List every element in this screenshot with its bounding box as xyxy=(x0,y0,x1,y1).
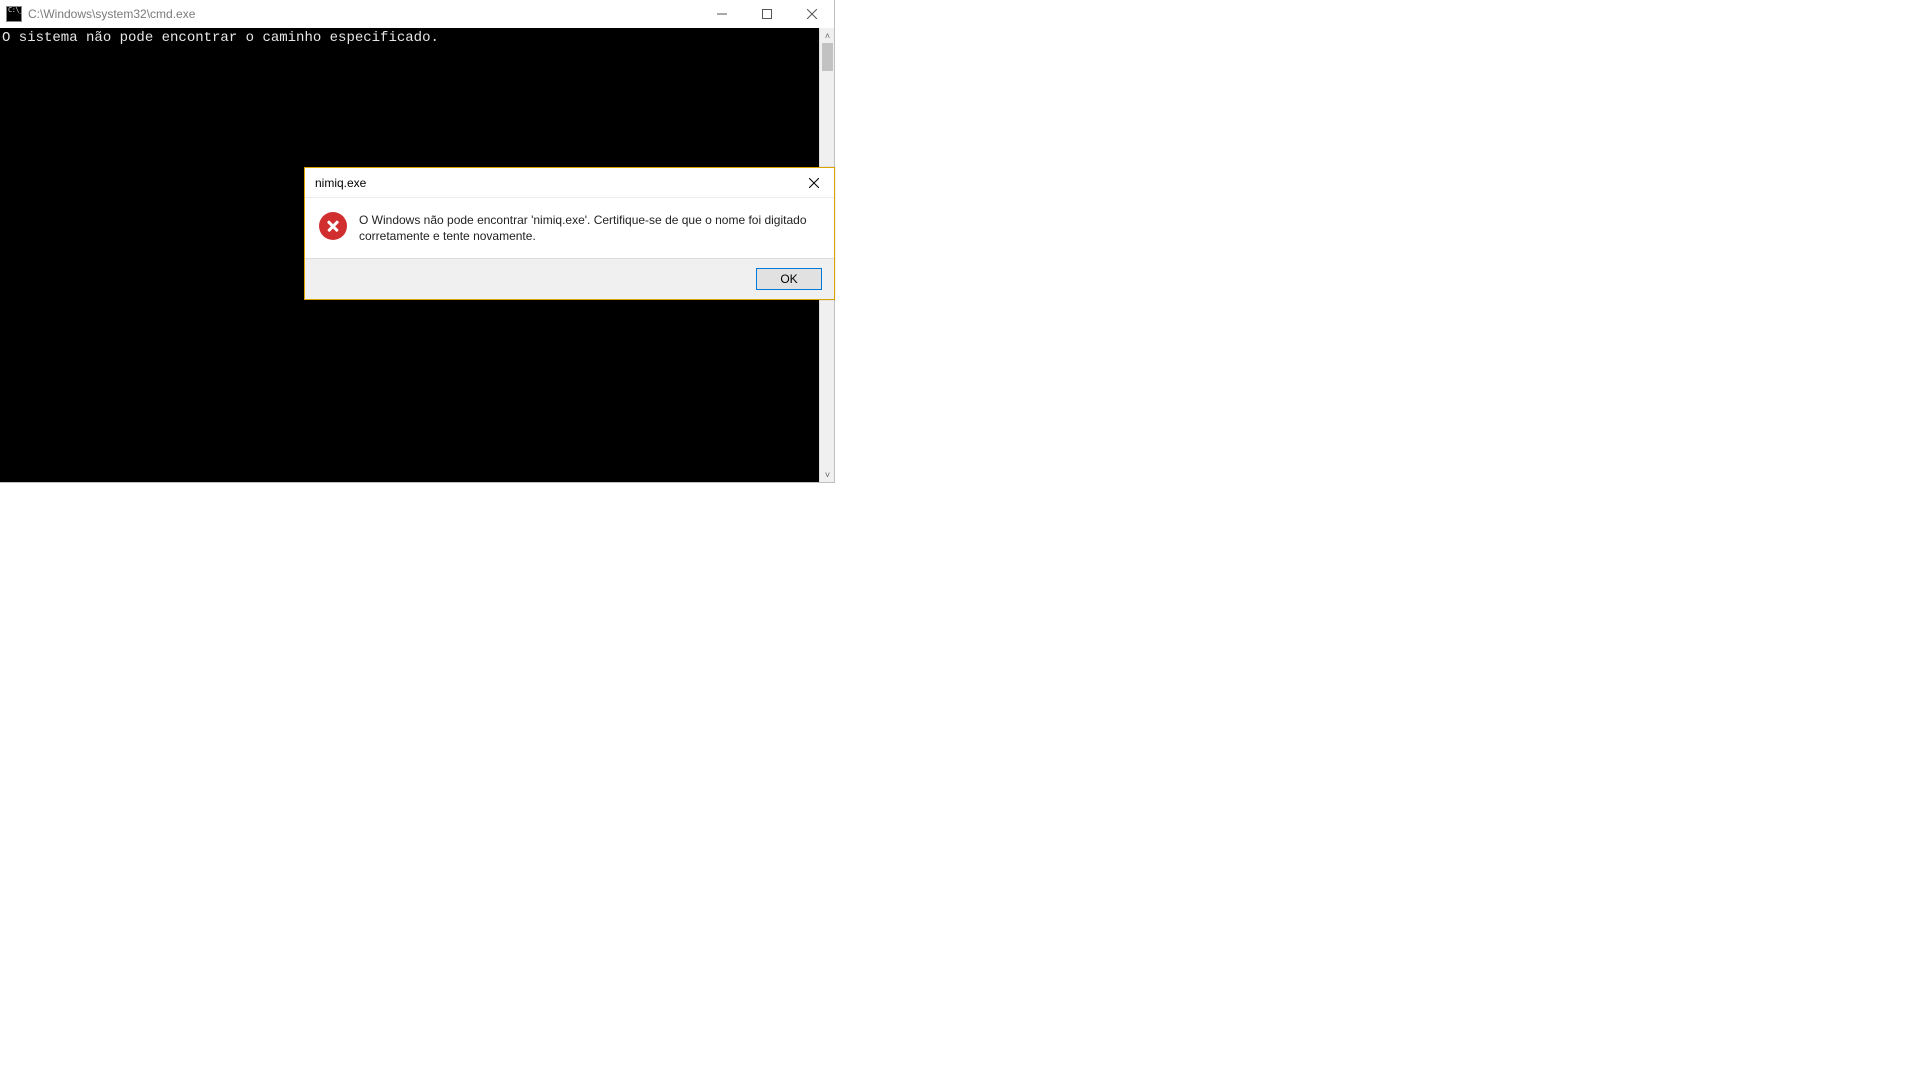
dialog-body: O Windows não pode encontrar 'nimiq.exe'… xyxy=(305,198,834,258)
dialog-title: nimiq.exe xyxy=(315,176,794,190)
scroll-thumb[interactable] xyxy=(822,43,833,71)
dialog-close-button[interactable] xyxy=(794,168,834,198)
scroll-up-arrow-icon[interactable]: ˄ xyxy=(820,28,835,43)
dialog-button-row: OK xyxy=(305,258,834,299)
dialog-titlebar[interactable]: nimiq.exe xyxy=(305,168,834,198)
maximize-icon xyxy=(762,9,772,19)
ok-button[interactable]: OK xyxy=(756,268,822,290)
scroll-down-arrow-icon[interactable]: ˅ xyxy=(820,467,835,482)
close-icon xyxy=(807,9,817,19)
cmd-output-line: O sistema não pode encontrar o caminho e… xyxy=(2,30,439,46)
cmd-titlebar[interactable]: C:\Windows\system32\cmd.exe xyxy=(0,0,834,28)
close-button[interactable] xyxy=(789,0,834,28)
close-icon xyxy=(809,178,819,188)
error-dialog: nimiq.exe O Windows não pode encontrar '… xyxy=(304,167,835,300)
dialog-message: O Windows não pode encontrar 'nimiq.exe'… xyxy=(359,212,820,244)
minimize-button[interactable] xyxy=(699,0,744,28)
error-icon xyxy=(319,212,347,240)
cmd-app-icon xyxy=(6,6,22,22)
maximize-button[interactable] xyxy=(744,0,789,28)
cmd-title: C:\Windows\system32\cmd.exe xyxy=(28,7,699,21)
minimize-icon xyxy=(717,9,727,19)
